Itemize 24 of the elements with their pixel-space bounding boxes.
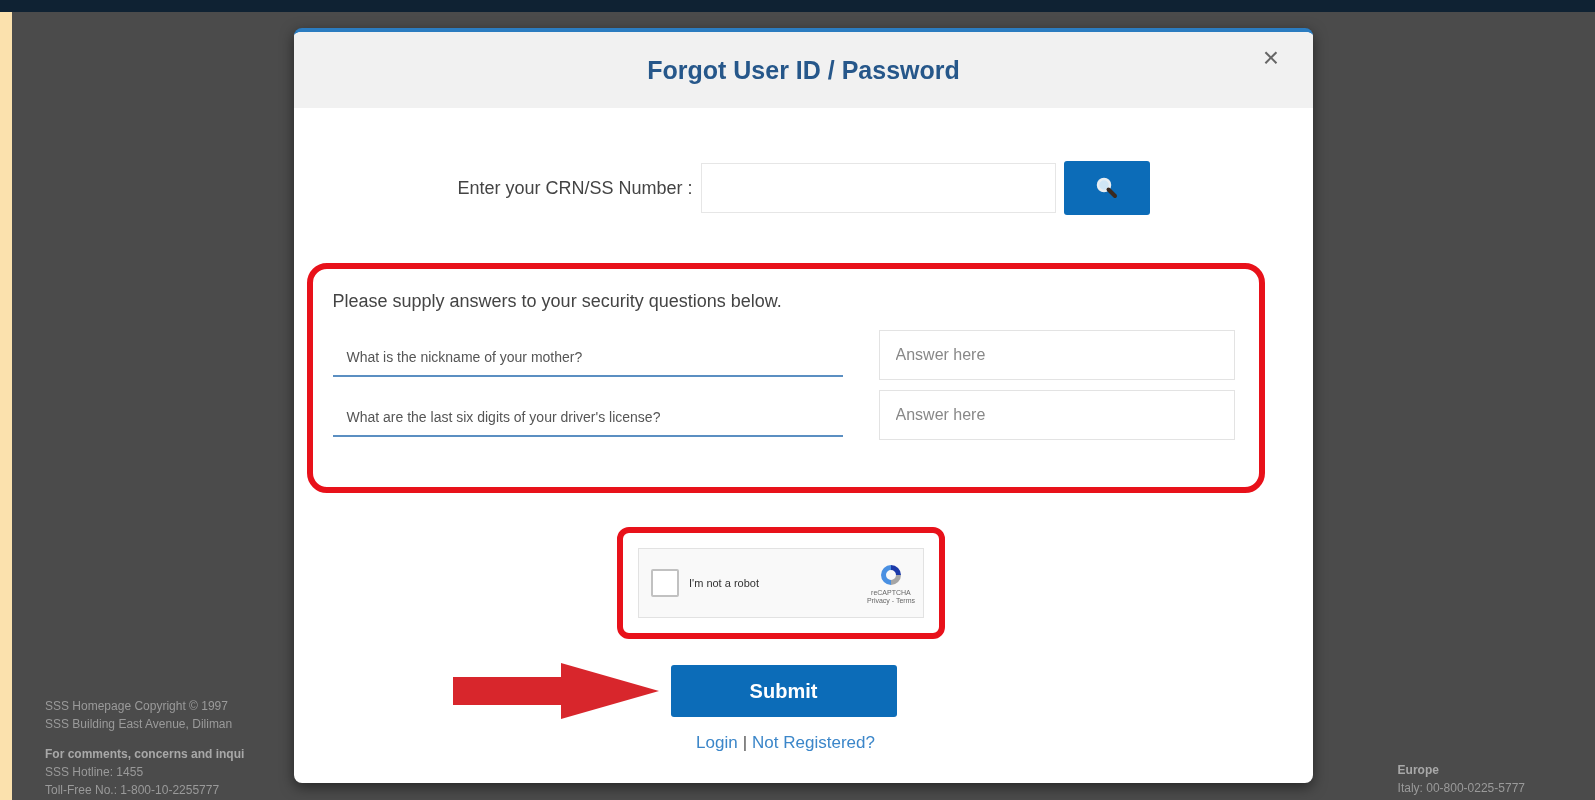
captcha-label: I'm not a robot [689, 577, 760, 589]
modal-title: Forgot User ID / Password [647, 55, 960, 85]
question-select[interactable]: What is the nickname of your mother? [332, 333, 843, 377]
footer-text: Toll-Free No.: 1-800-10-2255777 [45, 783, 221, 797]
question-select[interactable]: What are the last six digits of your driver's license? [332, 393, 843, 437]
crn-input-field[interactable] [700, 163, 1056, 213]
link-separator: | [742, 733, 748, 753]
footer-heading: For comments, concerns and inqui [45, 747, 245, 761]
footer-text: SSS Hotline: 1455 [45, 765, 145, 779]
crn-label: Enter your CRN/SS Number : [457, 177, 693, 199]
close-button[interactable]: × [1258, 44, 1283, 72]
search-icon [1094, 176, 1119, 200]
captcha-checkbox[interactable] [651, 569, 679, 597]
search-button[interactable] [1063, 161, 1150, 215]
footer-text: SSS Building East Avenue, Diliman [45, 717, 234, 731]
link[interactable]: Not Registered? [752, 733, 875, 753]
submit-button[interactable]: Submit [670, 665, 897, 717]
footer-text: SSS Homepage Copyright © 1997 [45, 699, 229, 713]
footer-text: Italy: 00-800-0225-5777 [1397, 781, 1525, 795]
link[interactable]: Login [696, 733, 738, 753]
answer-field[interactable]: Answer here [878, 390, 1235, 440]
answer-field[interactable]: Answer here [878, 330, 1235, 380]
footer-heading: Europe [1397, 763, 1440, 777]
security-intro: Please supply answers to your security questions below. [332, 291, 783, 312]
